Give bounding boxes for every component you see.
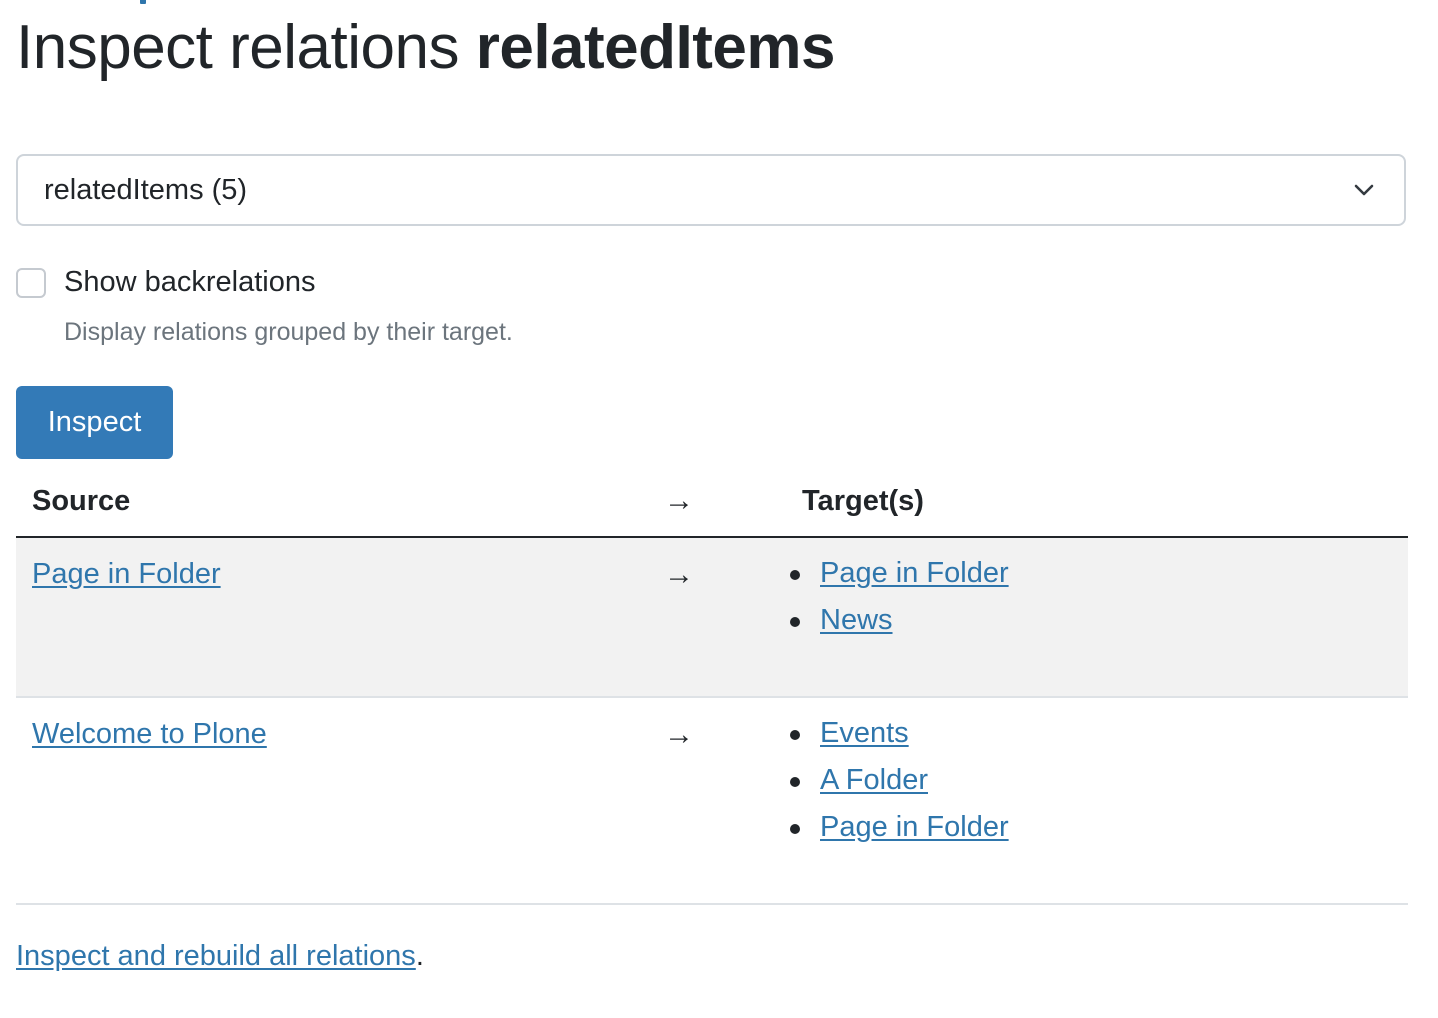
source-cell: Page in Folder: [16, 537, 648, 698]
page-title-relation-name: relatedItems: [475, 13, 836, 82]
divider: [16, 903, 1408, 905]
chevron-down-icon: [1354, 184, 1374, 196]
table-row: Page in Folder → Page in Folder News: [16, 537, 1408, 698]
target-link[interactable]: News: [820, 604, 893, 636]
page-title-prefix: Inspect relations: [16, 13, 459, 82]
arrow-cell: →: [648, 537, 786, 698]
source-link[interactable]: Welcome to Plone: [32, 718, 267, 750]
show-backrelations-field: Show backrelations: [16, 266, 315, 299]
source-link[interactable]: Page in Folder: [32, 558, 221, 590]
target-item: News: [790, 597, 1392, 644]
footer-suffix: .: [415, 940, 424, 972]
show-backrelations-help: Display relations grouped by their targe…: [64, 318, 513, 346]
target-link[interactable]: A Folder: [820, 764, 928, 796]
targets-list: Events A Folder Page in Folder: [790, 710, 1392, 851]
breadcrumb-fragment: [140, 0, 146, 4]
relation-select-value: relatedItems (5): [44, 173, 248, 206]
relations-table: Source → Target(s) Page in Folder → Page…: [16, 466, 1408, 902]
source-cell: Welcome to Plone: [16, 697, 648, 902]
relation-select[interactable]: relatedItems (5): [16, 154, 1406, 226]
column-header-source: Source: [16, 466, 648, 538]
targets-cell: Page in Folder News: [786, 537, 1408, 698]
table-header-row: Source → Target(s): [16, 466, 1408, 538]
target-item: Page in Folder: [790, 804, 1392, 851]
inspect-button[interactable]: Inspect: [16, 386, 173, 459]
target-link[interactable]: Events: [820, 717, 909, 749]
footer: Inspect and rebuild all relations.: [16, 940, 424, 973]
show-backrelations-checkbox[interactable]: [16, 267, 46, 298]
show-backrelations-label[interactable]: Show backrelations: [64, 266, 315, 299]
target-item: Events: [790, 710, 1392, 757]
page-title: Inspect relations relatedItems: [16, 10, 835, 86]
arrow-cell: →: [664, 718, 694, 751]
column-header-targets: Target(s): [786, 466, 1408, 538]
column-header-arrow: →: [648, 466, 786, 538]
inspect-rebuild-all-link[interactable]: Inspect and rebuild all relations: [16, 940, 416, 972]
targets-cell: Events A Folder Page in Folder: [786, 697, 1408, 902]
target-link[interactable]: Page in Folder: [820, 557, 1009, 589]
targets-list: Page in Folder News: [790, 550, 1392, 644]
target-link[interactable]: Page in Folder: [820, 811, 1009, 843]
target-item: Page in Folder: [790, 550, 1392, 597]
table-row: Welcome to Plone → Events A Folder Page …: [16, 697, 1408, 902]
target-item: A Folder: [790, 757, 1392, 804]
